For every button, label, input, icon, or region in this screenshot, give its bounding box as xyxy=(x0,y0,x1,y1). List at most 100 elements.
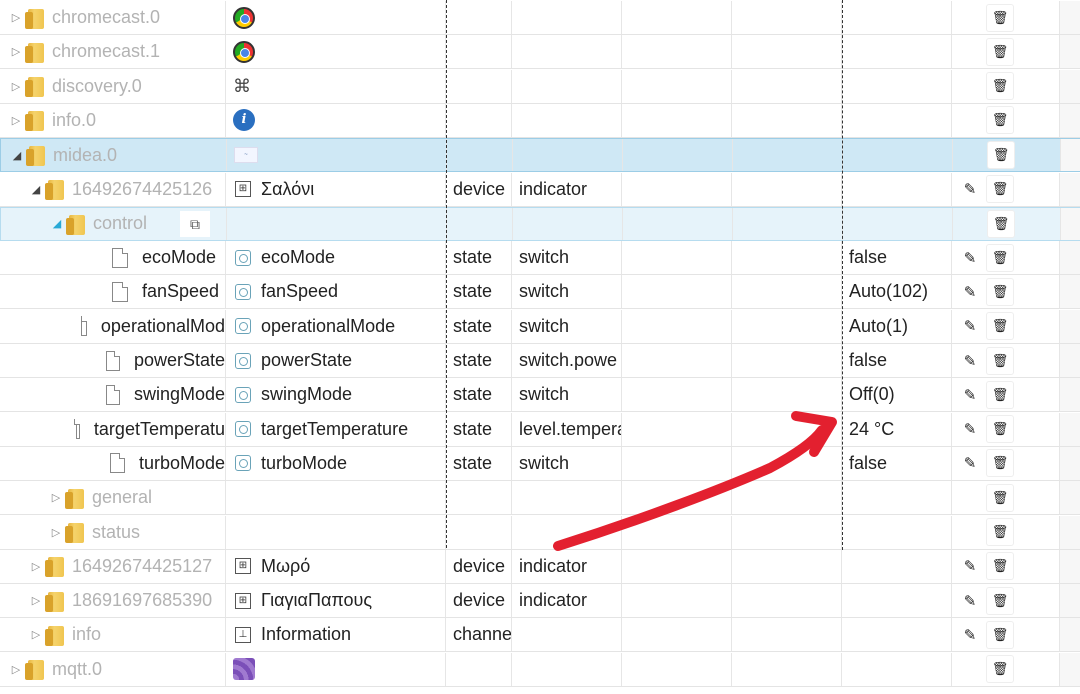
actions-cell: ✎ 🗑 xyxy=(952,378,1060,412)
tree-row-turboMode[interactable]: turboMode turboMode state switch false ✎ 🗑 xyxy=(0,446,1080,481)
name-cell: ▷ mqtt.0 xyxy=(0,652,226,686)
edit-button[interactable]: ✎ xyxy=(957,553,983,580)
expand-toggle-icon[interactable]: ▷ xyxy=(28,560,44,573)
expand-toggle-icon[interactable]: ◢ xyxy=(28,183,44,196)
scrollbar-track[interactable] xyxy=(1060,35,1080,69)
expand-toggle-icon[interactable]: ▷ xyxy=(48,491,64,504)
edit-button[interactable]: ✎ xyxy=(957,416,983,443)
delete-button[interactable]: 🗑 xyxy=(988,210,1014,237)
scrollbar-track[interactable] xyxy=(1060,172,1080,206)
scrollbar-track[interactable] xyxy=(1060,309,1080,343)
role-cell xyxy=(446,35,512,69)
scrollbar-track[interactable] xyxy=(1060,412,1080,446)
scrollbar-track[interactable] xyxy=(1060,378,1080,412)
edit-button[interactable]: ✎ xyxy=(957,450,983,477)
actions-cell: ✎ 🗑 xyxy=(952,309,1060,343)
expand-toggle-icon[interactable]: ▷ xyxy=(8,11,24,24)
edit-button[interactable]: ✎ xyxy=(957,278,983,305)
delete-button[interactable]: 🗑 xyxy=(987,38,1013,65)
value-cell xyxy=(842,103,952,137)
edit-button[interactable]: ✎ xyxy=(957,176,983,202)
copy-icon[interactable]: ⧉ xyxy=(180,210,210,237)
scrollbar-track[interactable] xyxy=(1060,481,1080,515)
delete-button[interactable]: 🗑 xyxy=(987,244,1013,271)
tree-row-device-16492674425127[interactable]: ▷ 16492674425127 ⊞ Μωρό device indicator ✎ 🗑 xyxy=(0,549,1080,584)
delete-button[interactable]: 🗑 xyxy=(987,4,1013,31)
expand-toggle-icon[interactable]: ▷ xyxy=(8,114,24,127)
role-text: state xyxy=(453,384,493,405)
edit-button[interactable]: ✎ xyxy=(957,347,983,374)
tree-row-control[interactable]: ◢ control ⧉ 🗑 xyxy=(0,206,1080,241)
tree-row-device-16492674425126[interactable]: ◢ 16492674425126 ⊞ Σαλόνι device indicator ✎ 🗑 xyxy=(0,172,1080,207)
tree-row-powerState[interactable]: powerState powerState state switch.powe fals… xyxy=(0,344,1080,378)
delete-button[interactable]: 🗑 xyxy=(987,621,1013,648)
edit-button[interactable]: ✎ xyxy=(957,381,983,408)
tree-row-chromecast-0[interactable]: ▷ chromecast.0 🗑 xyxy=(0,1,1080,35)
tree-row-midea-0[interactable]: ◢ midea.0 ~ 🗑 xyxy=(0,138,1080,173)
delete-button[interactable]: 🗑 xyxy=(987,587,1013,614)
file-icon xyxy=(112,281,128,302)
scrollbar-track[interactable] xyxy=(1060,652,1080,686)
tree-row-info[interactable]: ▷ info ⊥ Information channe ✎ 🗑 xyxy=(0,618,1080,653)
scrollbar-track[interactable] xyxy=(1060,584,1080,618)
scrollbar-track[interactable] xyxy=(1060,446,1080,480)
tree-row-status[interactable]: ▷ status 🗑 xyxy=(0,515,1080,550)
extra-cell xyxy=(732,275,842,309)
tree-row-operationalMode[interactable]: operationalMod operationalMode state switch… xyxy=(0,309,1080,344)
delete-button[interactable]: 🗑 xyxy=(987,313,1013,340)
edit-button[interactable]: ✎ xyxy=(957,313,983,340)
scrollbar-track[interactable] xyxy=(1060,103,1080,137)
delete-button[interactable]: 🗑 xyxy=(987,656,1013,683)
expand-toggle-icon[interactable]: ◢ xyxy=(9,149,25,162)
scrollbar-track[interactable] xyxy=(1060,69,1080,103)
object-name: powerState xyxy=(261,350,353,370)
delete-button[interactable]: 🗑 xyxy=(987,381,1013,408)
edit-button[interactable]: ✎ xyxy=(957,587,983,614)
tree-row-mqtt-0[interactable]: ▷ mqtt.0 🗑 xyxy=(0,652,1080,687)
function-text: indicator xyxy=(519,590,588,611)
expand-toggle-icon[interactable]: ▷ xyxy=(28,594,44,607)
label-cell xyxy=(227,207,447,240)
edit-button[interactable]: ✎ xyxy=(957,621,983,648)
tree-row-device-18691697685390[interactable]: ▷ 18691697685390 ⊞ ΓιαγιαΠαπους device indica… xyxy=(0,584,1080,619)
scrollbar-track[interactable] xyxy=(1060,344,1080,377)
folder-icon xyxy=(45,590,64,612)
scrollbar-track[interactable] xyxy=(1060,549,1080,583)
scrollbar-track[interactable] xyxy=(1060,515,1080,549)
delete-button[interactable]: 🗑 xyxy=(988,142,1014,169)
tree-row-ecoMode[interactable]: ecoMode ecoMode state switch false ✎ 🗑 xyxy=(0,241,1080,276)
value-cell xyxy=(842,515,952,549)
tree-row-chromecast-1[interactable]: ▷ chromecast.1 🗑 xyxy=(0,35,1080,70)
scrollbar-track[interactable] xyxy=(1060,241,1080,275)
tree-row-fanSpeed[interactable]: fanSpeed fanSpeed state switch Auto(102) ✎ 🗑 xyxy=(0,275,1080,310)
delete-button[interactable]: 🗑 xyxy=(987,450,1013,477)
tree-row-targetTemperature[interactable]: targetTemperatu targetTemperature state lev… xyxy=(0,412,1080,447)
tree-row-swingMode[interactable]: swingMode swingMode state switch Off(0) ✎ 🗑 xyxy=(0,378,1080,413)
expand-toggle-icon[interactable]: ▷ xyxy=(8,80,24,93)
expand-toggle-icon[interactable]: ▷ xyxy=(28,628,44,641)
delete-button[interactable]: 🗑 xyxy=(987,107,1013,134)
delete-button[interactable]: 🗑 xyxy=(987,416,1013,443)
expand-toggle-icon[interactable]: ▷ xyxy=(48,526,64,539)
delete-button[interactable]: 🗑 xyxy=(987,553,1013,580)
expand-toggle-icon[interactable]: ◢ xyxy=(49,217,65,230)
delete-button[interactable]: 🗑 xyxy=(987,73,1013,100)
scrollbar-track[interactable] xyxy=(1060,618,1080,652)
scrollbar-track[interactable] xyxy=(1060,275,1080,309)
folder-icon xyxy=(25,658,44,681)
scrollbar-track[interactable] xyxy=(1061,207,1080,240)
expand-toggle-icon[interactable]: ▷ xyxy=(8,45,24,58)
delete-button[interactable]: 🗑 xyxy=(987,484,1013,511)
scrollbar-track[interactable] xyxy=(1061,139,1080,172)
delete-button[interactable]: 🗑 xyxy=(987,278,1013,305)
delete-button[interactable]: 🗑 xyxy=(987,176,1013,202)
expand-toggle-icon[interactable]: ▷ xyxy=(8,663,24,676)
tree-row-discovery-0[interactable]: ▷ discovery.0 ⌘ 🗑 xyxy=(0,69,1080,104)
scrollbar-track[interactable] xyxy=(1060,1,1080,34)
tree-row-general[interactable]: ▷ general 🗑 xyxy=(0,481,1080,516)
delete-button[interactable]: 🗑 xyxy=(987,519,1013,545)
tree-row-info-0[interactable]: ▷ info.0 i 🗑 xyxy=(0,103,1080,138)
edit-button[interactable]: ✎ xyxy=(957,244,983,271)
delete-button[interactable]: 🗑 xyxy=(987,347,1013,374)
value-text: Off(0) xyxy=(849,384,895,405)
